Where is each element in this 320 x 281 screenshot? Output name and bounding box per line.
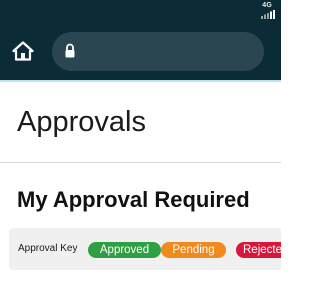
approval-key-label: Approval Key	[18, 243, 78, 254]
lock-icon	[65, 43, 75, 58]
network-type-label: 4G	[262, 2, 272, 9]
browser-toolbar	[0, 22, 281, 80]
approved-badge: Approved	[88, 242, 161, 258]
divider	[0, 162, 281, 163]
pending-badge: Pending	[161, 242, 226, 258]
page-title: Approvals	[17, 106, 146, 138]
url-field[interactable]	[52, 32, 264, 71]
section-title: My Approval Required	[17, 187, 250, 212]
rejected-badge: Rejected	[236, 242, 281, 258]
screen: 4G Approvals My Approval Required Approv…	[0, 0, 281, 281]
toolbar-accent-line	[0, 80, 281, 82]
status-bar: 4G	[0, 0, 281, 22]
signal-strength-icon	[261, 10, 275, 19]
home-icon[interactable]	[12, 41, 34, 61]
approval-key-panel: Approval Key Approved Pending Rejected	[9, 228, 281, 270]
